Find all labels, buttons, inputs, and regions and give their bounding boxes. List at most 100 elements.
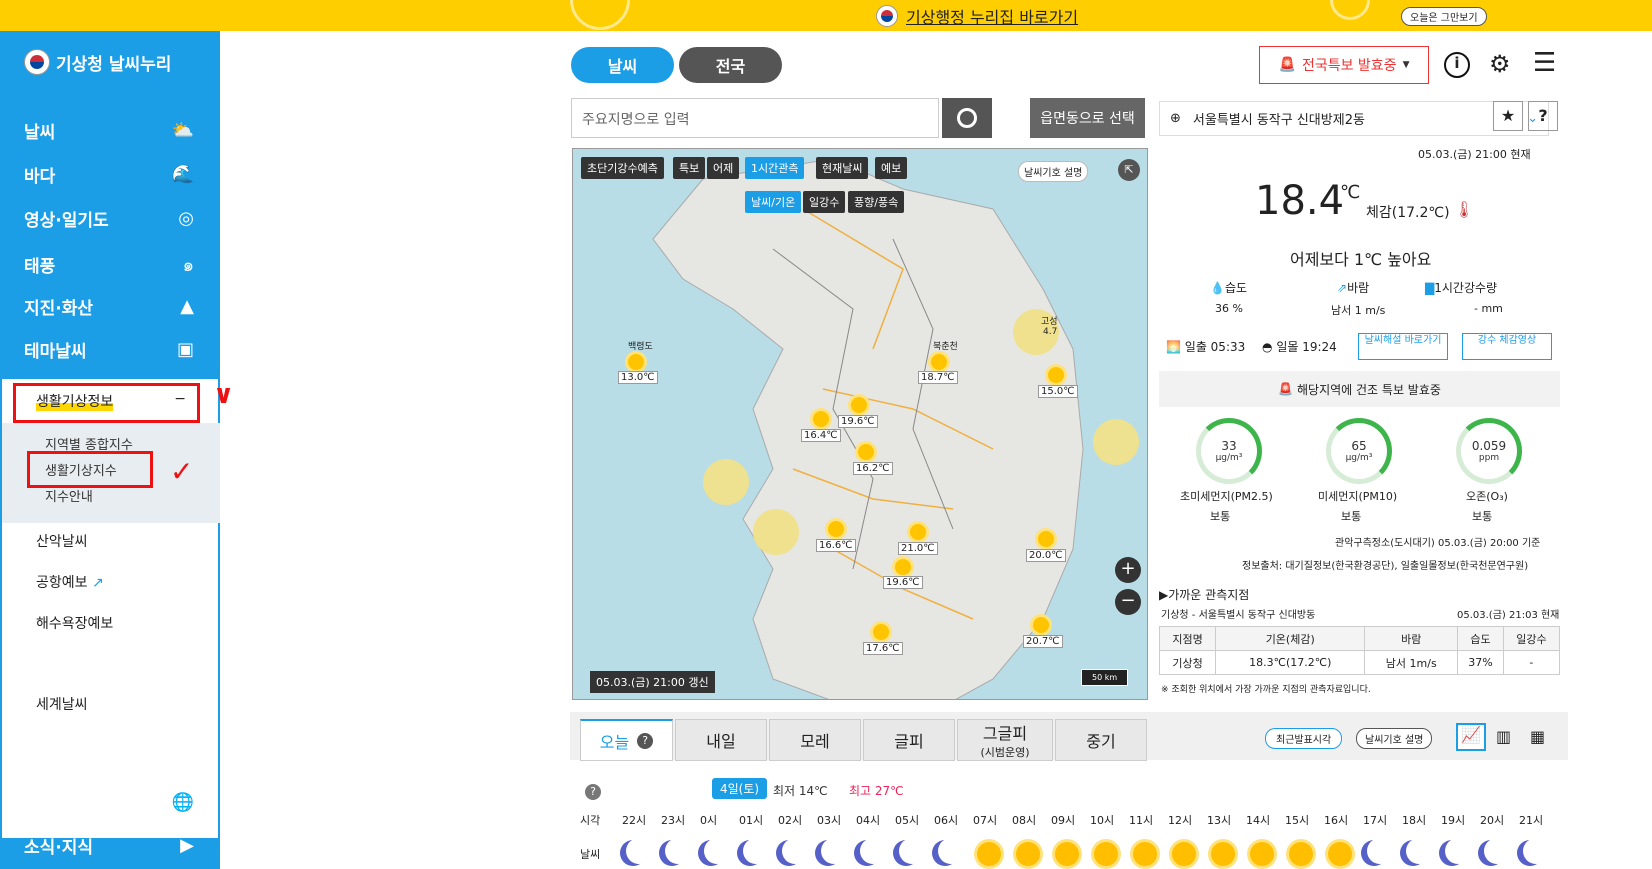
sunset-icon: ◓ [1262,340,1273,354]
town-select-button[interactable]: 읍면동으로 선택 [1030,98,1145,138]
map-btn-current[interactable]: 현재날씨 [816,157,869,179]
map-sub-temp[interactable]: 날씨/기온 [745,191,802,213]
favorite-star-icon[interactable]: ★ [1493,101,1523,131]
annotation-box [13,383,200,423]
sidebar-item-sea[interactable]: 바다 🌊 [24,162,194,187]
legend-button[interactable]: 날씨기호 설명 [1018,161,1089,182]
thermometer-icon: 🌡 [1454,200,1475,219]
sun-icon [1033,617,1049,633]
tab-weather[interactable]: 날씨 [571,47,674,83]
ozone-label: 오존(O₃) [1466,490,1508,503]
tab-tomorrow[interactable]: 내일 [675,719,767,761]
tab-today[interactable]: 오늘? [580,719,673,761]
hour-label: 02시 [778,814,803,827]
close-today-button[interactable]: 오늘은 그만보기 [1401,7,1487,26]
label: 바람 [1347,281,1370,295]
map-btn-yesterday[interactable]: 어제 [707,157,740,179]
menu-icon[interactable]: ☰ [1533,48,1556,78]
map-btn-forecast[interactable]: 예보 [875,157,908,179]
map-btn-nowcast[interactable]: 초단기강수예측 [581,157,664,179]
alert-dropdown[interactable]: 🚨 전국특보 발효중 ▼ [1259,46,1429,84]
wind-icon: ⇗ [1337,281,1348,295]
moon-icon [1445,838,1471,864]
table-view-icon[interactable]: ▦ [1530,727,1545,746]
map-btn-hourly[interactable]: 1시간관측 [745,157,805,179]
sun-icon [1250,842,1274,866]
hour-label: 06시 [934,814,959,827]
map-btn-warning[interactable]: 특보 [673,157,706,179]
sidebar-item-news[interactable]: 소식·지식 ▶ [24,833,194,858]
rain-value: - mm [1474,302,1503,315]
sidebar-item-beach[interactable]: 해수욕장예보 [36,613,113,633]
pm10-gauge: 65 μg/m³ [1326,418,1392,484]
taegeuk-icon [24,49,50,75]
tab-3days[interactable]: 글피 [863,719,955,761]
label: 1시간강수량 [1434,281,1498,295]
target-icon: ⊕ [1170,111,1181,126]
sunset: ◓ 일몰 19:24 [1262,338,1337,355]
station-name: 북춘천 [933,342,958,352]
pm25-gauge: 33 μg/m³ [1196,418,1262,484]
map-sub-rain[interactable]: 일강수 [803,191,846,213]
help-icon[interactable]: ? [1528,101,1558,131]
zoom-in-button[interactable]: + [1115,557,1141,583]
sun-icon [1211,842,1235,866]
sidebar-item-typhoon[interactable]: 태풍 ๑ [24,250,194,279]
location-select[interactable]: ⊕ 서울특별시 동작구 신대방제2동 ⌄ [1159,101,1549,136]
rain-gauge-icon: ▇ [1425,281,1435,295]
hour-label: 17시 [1363,814,1388,827]
sidebar-item-dust[interactable]: 황사 ▭ [24,746,194,771]
sidebar-item-airport[interactable]: 공항예보 ↗ [36,572,104,592]
search-input[interactable]: 주요지명으로 입력 [571,98,939,138]
sidebar-item-earthquake[interactable]: 지진·화산 ▲ [24,294,194,319]
sidebar-item-climate[interactable]: 관측·기후 🌐 [24,790,194,815]
sidebar-label: 바다 [24,167,56,187]
tab-dayafter[interactable]: 모레 [769,719,861,761]
siren-icon: 🚨 [1278,57,1296,73]
td: 남서 1m/s [1364,650,1459,675]
tab-4days[interactable]: 그글피 (시범운영) [957,719,1053,761]
bar-view-icon[interactable]: ▥ [1496,727,1511,746]
sidebar-item-theme[interactable]: 테마날씨 ▣ [24,337,194,362]
tab-label: 오늘 [599,732,630,752]
tab-nation[interactable]: 전국 [679,47,782,83]
submenu-item[interactable]: 지수안내 [45,486,93,505]
sidebar-item-weather[interactable]: 날씨 ⛅ [24,118,194,143]
chart-view-icon[interactable]: 📈 [1456,723,1486,751]
logo[interactable]: 기상청 날씨누리 [24,49,171,75]
hour-label: 13시 [1207,814,1232,827]
sunrise: 🌅 일출 05:33 [1166,338,1245,355]
sidebar-label: 황사 [24,751,56,771]
sidebar-item-mountain[interactable]: 산악날씨 [36,531,88,551]
hour-label: 09시 [1051,814,1076,827]
help-icon[interactable]: ? [585,784,601,800]
map-sub-wind[interactable]: 풍향/풍속 [848,191,905,213]
moon-icon [860,838,886,864]
station-temp: 17.6℃ [863,642,903,655]
sidebar-item-world[interactable]: 세계날씨 [36,694,88,714]
settings-gear-icon[interactable]: ⚙ [1489,50,1511,78]
moon-icon [626,838,652,864]
weather-map[interactable]: 초단기강수예측 특보 어제 1시간관측 현재날씨 예보 날씨/기온 일강수 풍향… [572,148,1148,700]
help-icon[interactable]: ? [637,732,654,749]
expand-toggle[interactable]: + [174,653,186,673]
zoom-out-button[interactable]: − [1115,589,1141,615]
tab-midterm[interactable]: 중기 [1055,719,1147,761]
rain-video-button[interactable]: 강수 체감영상 [1462,333,1552,360]
sidebar-item-satellite[interactable]: 영상·일기도 ◎ [24,206,194,231]
station-temp: 18.7℃ [918,371,958,384]
legend-button[interactable]: 날씨기호 설명 [1356,728,1433,749]
sidebar-item-season[interactable]: 계절관측 + [36,653,186,673]
forecast-comment-button[interactable]: 날씨해설 바로가기 [1358,333,1448,360]
info-icon[interactable]: i [1444,52,1470,78]
recent-time-button[interactable]: 최근발표시각 [1265,728,1343,749]
hours-label: 시각 [580,814,601,827]
hour-label: 10시 [1090,814,1115,827]
search-button[interactable] [942,98,992,138]
map-bubble [753,509,799,555]
admin-site-link[interactable]: 기상행정 누리집 바로가기 [876,4,1078,28]
sunrise-icon: 🌅 [1166,340,1181,354]
nearby-station: 기상청 - 서울특별시 동작구 신대방동 [1161,610,1316,621]
expand-icon[interactable]: ⇱ [1118,159,1140,181]
sun-icon [1055,842,1079,866]
